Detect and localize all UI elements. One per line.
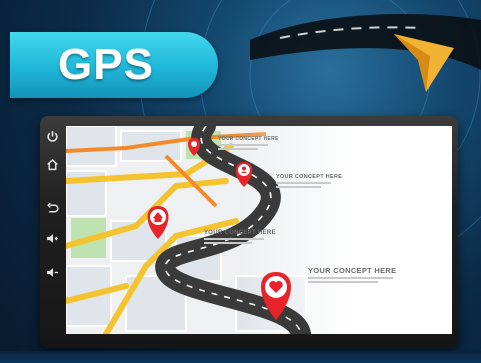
volume-down-icon xyxy=(46,267,58,277)
home-icon xyxy=(46,158,58,170)
power-icon xyxy=(46,130,58,142)
concept-label-2: YOUR CONCEPT HERE xyxy=(276,174,356,188)
concept-text-line xyxy=(276,182,331,184)
concept-heading-2: YOUR CONCEPT HERE xyxy=(276,174,343,180)
concept-text-line xyxy=(218,148,258,150)
volume-down-button[interactable] xyxy=(42,262,62,282)
bottom-strip xyxy=(0,351,481,363)
concept-label-3: YOUR CONCEPT HERE xyxy=(204,230,294,244)
gps-badge: GPS xyxy=(10,32,218,98)
home-button[interactable] xyxy=(42,154,62,174)
volume-up-button[interactable] xyxy=(42,228,62,248)
concept-label-1: YOUR CONCEPT HERE xyxy=(218,136,298,150)
concept-heading-1: YOUR CONCEPT HERE xyxy=(218,136,279,142)
concept-heading-3: YOUR CONCEPT HERE xyxy=(204,230,276,236)
concept-text-line xyxy=(308,277,393,279)
concept-text-line xyxy=(276,186,321,188)
concept-text-line xyxy=(308,281,378,283)
concept-text-line xyxy=(204,242,252,244)
volume-up-icon xyxy=(46,233,58,243)
concept-heading-4: YOUR CONCEPT HERE xyxy=(308,266,397,275)
back-icon xyxy=(46,202,59,212)
back-button[interactable] xyxy=(42,198,62,218)
concept-text-line xyxy=(204,238,264,240)
device-screen[interactable]: YOUR CONCEPT HERE YOUR CONCEPT HERE YOUR… xyxy=(66,126,452,334)
concept-label-4: YOUR CONCEPT HERE xyxy=(308,266,418,283)
car-stereo-device: YOUR CONCEPT HERE YOUR CONCEPT HERE YOUR… xyxy=(40,116,458,348)
concept-text-line xyxy=(218,144,268,146)
power-button[interactable] xyxy=(42,126,62,146)
gps-title: GPS xyxy=(58,40,154,89)
product-banner: GPS YOUR CONCEPT HERE YOUR CONCEPT HERE … xyxy=(0,0,481,363)
